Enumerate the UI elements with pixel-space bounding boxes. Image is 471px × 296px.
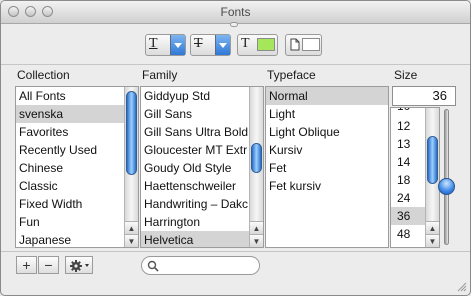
list-item[interactable]: Haettenschweiler: [141, 177, 249, 195]
list-item[interactable]: Gill Sans Ultra Bold: [141, 123, 249, 141]
bottom-separator: [1, 251, 470, 252]
family-header: Family: [142, 68, 178, 82]
minus-icon: −: [44, 257, 53, 273]
list-item[interactable]: Fixed Width: [16, 195, 124, 213]
gear-icon: [70, 260, 89, 272]
fonts-window: Fonts T T T Collection Family Typeface S…: [0, 0, 471, 296]
list-item[interactable]: Favorites: [16, 123, 124, 141]
list-item[interactable]: Classic: [16, 177, 124, 195]
list-item[interactable]: Japanese: [16, 231, 124, 247]
family-scrollbar[interactable]: ▲ ▼: [249, 87, 263, 247]
scroll-down-arrow-icon[interactable]: ▼: [250, 234, 263, 247]
list-item[interactable]: Normal: [266, 87, 388, 105]
scroll-thumb[interactable]: [427, 136, 438, 184]
list-item[interactable]: Helvetica: [141, 231, 249, 247]
document-icon: [290, 38, 300, 51]
list-item[interactable]: 48: [391, 225, 425, 243]
size-scrollbar[interactable]: ▲ ▼: [425, 108, 439, 247]
collection-scrollbar[interactable]: ▲ ▼: [124, 87, 138, 247]
scroll-down-arrow-icon[interactable]: ▼: [426, 234, 439, 247]
text-color-swatch: [257, 38, 275, 51]
plus-icon: +: [22, 257, 31, 273]
scroll-up-arrow-icon[interactable]: ▲: [426, 221, 439, 234]
strikethrough-icon: T: [194, 36, 203, 51]
document-color-swatch: [302, 38, 320, 51]
list-item[interactable]: 36: [391, 207, 425, 225]
size-slider-track[interactable]: [444, 109, 449, 245]
list-item[interactable]: Kursiv: [266, 141, 388, 159]
list-item[interactable]: Recently Used: [16, 141, 124, 159]
scroll-up-arrow-icon[interactable]: ▲: [250, 221, 263, 234]
size-input[interactable]: 36: [392, 86, 456, 106]
collection-list[interactable]: All Fonts svenska Favorites Recently Use…: [15, 86, 139, 248]
typeface-list[interactable]: Normal Light Light Oblique Kursiv Fet Fe…: [265, 86, 389, 248]
collection-header: Collection: [17, 68, 70, 82]
underline-icon: T: [149, 36, 158, 51]
chevron-down-icon: [170, 35, 185, 55]
toolbar-separator: [1, 64, 470, 65]
add-collection-button[interactable]: +: [16, 256, 37, 274]
underline-popup-button[interactable]: T: [145, 34, 186, 56]
action-menu-button[interactable]: [65, 256, 93, 274]
list-item[interactable]: 18: [391, 171, 425, 189]
text-color-button[interactable]: T: [237, 34, 278, 56]
list-item[interactable]: 13: [391, 135, 425, 153]
window-title: Fonts: [220, 5, 251, 19]
size-slider-knob[interactable]: [438, 178, 455, 195]
list-item[interactable]: Goudy Old Style: [141, 159, 249, 177]
list-item[interactable]: Fet kursiv: [266, 177, 388, 195]
chevron-down-icon: [215, 35, 230, 55]
list-item[interactable]: Gill Sans: [141, 105, 249, 123]
size-list[interactable]: 10 12 13 14 18 24 36 48 ▲ ▼: [390, 107, 440, 248]
list-item[interactable]: Fun: [16, 213, 124, 231]
scroll-thumb[interactable]: [251, 143, 262, 173]
scroll-down-arrow-icon[interactable]: ▼: [125, 234, 138, 247]
list-item[interactable]: Giddyup Std: [141, 87, 249, 105]
list-item[interactable]: Harrington: [141, 213, 249, 231]
title-bar[interactable]: Fonts: [1, 1, 470, 24]
list-item[interactable]: Light Oblique: [266, 123, 388, 141]
list-item[interactable]: svenska: [16, 105, 124, 123]
search-icon: [147, 260, 159, 272]
remove-collection-button[interactable]: −: [38, 256, 59, 274]
search-field[interactable]: [141, 256, 260, 275]
list-item[interactable]: 24: [391, 189, 425, 207]
list-item[interactable]: Handwriting – Dakc: [141, 195, 249, 213]
strikethrough-popup-button[interactable]: T: [190, 34, 231, 56]
list-item[interactable]: 14: [391, 153, 425, 171]
scroll-up-arrow-icon[interactable]: ▲: [125, 221, 138, 234]
list-item[interactable]: 12: [391, 117, 425, 135]
typeface-header: Typeface: [267, 68, 316, 82]
size-header: Size: [394, 68, 418, 82]
list-item[interactable]: All Fonts: [16, 87, 124, 105]
list-item[interactable]: Light: [266, 105, 388, 123]
list-item[interactable]: Gloucester MT Extr: [141, 141, 249, 159]
list-item[interactable]: 10: [391, 108, 425, 115]
document-color-button[interactable]: [285, 34, 322, 56]
scroll-thumb[interactable]: [126, 91, 137, 175]
toolbar: T T T: [1, 24, 470, 64]
list-item[interactable]: Fet: [266, 159, 388, 177]
list-item[interactable]: Chinese: [16, 159, 124, 177]
resize-grip-icon[interactable]: [457, 282, 467, 292]
text-color-icon: T: [241, 36, 250, 51]
family-list[interactable]: Giddyup Std Gill Sans Gill Sans Ultra Bo…: [140, 86, 264, 248]
